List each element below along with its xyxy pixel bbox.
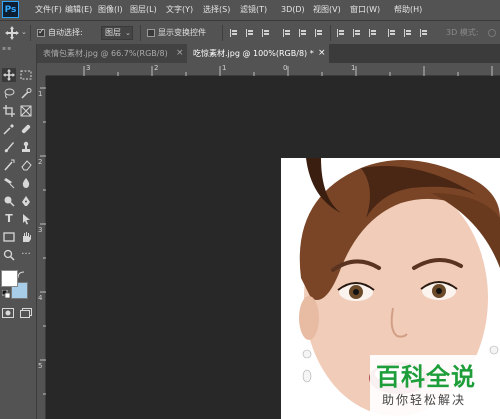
distribute-top-icon[interactable] xyxy=(337,28,346,38)
show-transform-checkbox[interactable] xyxy=(147,29,155,37)
crop-icon[interactable] xyxy=(2,104,16,118)
align-center-icon[interactable] xyxy=(246,28,255,38)
align-top-icon[interactable] xyxy=(283,28,292,38)
foreground-color-swatch[interactable] xyxy=(1,270,18,287)
tab-document-1[interactable]: 表情包素材.jpg @ 66.7%(RGB/8) × xyxy=(37,44,187,63)
3d-orbit-icon[interactable] xyxy=(488,29,496,37)
chevron-down-icon[interactable]: ⌄ xyxy=(21,28,27,36)
screen-mode-icon[interactable] xyxy=(20,308,32,318)
tab-document-2[interactable]: 吃惊素材.jpg @ 100%(RGB/8) * × xyxy=(187,44,329,63)
zoom-icon[interactable] xyxy=(2,248,16,262)
panel-grip[interactable]: ▪▪ xyxy=(2,46,35,52)
auto-select-value: 图层 xyxy=(105,28,121,37)
ruler-label: 0 xyxy=(283,64,288,72)
ruler-label: 1 xyxy=(222,64,227,72)
path-select-icon[interactable] xyxy=(19,212,33,226)
menu-filter[interactable]: 滤镜(T) xyxy=(240,0,267,20)
distribute-center-icon[interactable] xyxy=(404,28,413,38)
ruler-label: 2 xyxy=(154,64,159,72)
menu-image[interactable]: 图像(I) xyxy=(98,0,123,20)
type-icon[interactable]: T xyxy=(2,212,16,226)
hand-icon[interactable] xyxy=(19,230,33,244)
auto-select-dropdown[interactable]: 图层 ⌄ xyxy=(101,26,133,40)
dodge-icon[interactable] xyxy=(2,194,16,208)
3d-mode-label: 3D 模式: xyxy=(446,28,479,37)
align-left-icon[interactable] xyxy=(230,28,239,38)
brush-icon[interactable] xyxy=(2,140,16,154)
chevron-down-icon: ⌄ xyxy=(125,29,131,37)
tools-panel: ▪▪ T ··· xyxy=(0,44,37,419)
move-tool-preset-icon[interactable] xyxy=(5,26,19,40)
menu-window[interactable]: 窗口(W) xyxy=(350,0,380,20)
vertical-ruler[interactable]: 1 2 3 4 5 xyxy=(37,76,46,419)
blur-icon[interactable] xyxy=(19,176,33,190)
menu-edit[interactable]: 编辑(E) xyxy=(65,0,92,20)
eraser-icon[interactable] xyxy=(19,158,33,172)
distribute-middle-icon[interactable] xyxy=(353,28,362,38)
menu-3d[interactable]: 3D(D) xyxy=(281,0,305,20)
align-right-icon[interactable] xyxy=(262,28,271,38)
marquee-icon[interactable] xyxy=(19,68,33,82)
divider xyxy=(330,25,331,41)
lasso-icon[interactable] xyxy=(2,86,16,100)
options-bar: ⌄ 自动选择: 图层 ⌄ 显示变换控件 3D 模式: xyxy=(0,20,500,44)
menu-layer[interactable]: 图层(L) xyxy=(130,0,157,20)
menu-help[interactable]: 帮助(H) xyxy=(394,0,422,20)
align-bottom-icon[interactable] xyxy=(315,28,324,38)
ruler-label: 4 xyxy=(38,294,43,302)
watermark-logo: 百科全说 助你轻松解决 xyxy=(370,355,500,419)
document-tabs: 表情包素材.jpg @ 66.7%(RGB/8) × 吃惊素材.jpg @ 10… xyxy=(37,44,500,63)
pen-icon[interactable] xyxy=(19,194,33,208)
menu-bar: Ps 文件(F) 编辑(E) 图像(I) 图层(L) 文字(Y) 选择(S) 滤… xyxy=(0,0,500,20)
ruler-corner[interactable] xyxy=(37,63,46,76)
ruler-label: 2 xyxy=(38,158,43,166)
menu-type[interactable]: 文字(Y) xyxy=(166,0,193,20)
distribute-right-icon[interactable] xyxy=(420,28,429,38)
ruler-label: 3 xyxy=(86,64,91,72)
ruler-label: 1 xyxy=(38,90,43,98)
show-transform-label: 显示变换控件 xyxy=(158,28,206,37)
auto-select-label: 自动选择: xyxy=(48,28,83,37)
align-middle-icon[interactable] xyxy=(299,28,308,38)
ruler-label: 5 xyxy=(38,362,43,370)
menu-file[interactable]: 文件(F) xyxy=(35,0,62,20)
gradient-icon[interactable] xyxy=(2,176,16,190)
distribute-left-icon[interactable] xyxy=(388,28,397,38)
tab-label: 吃惊素材.jpg @ 100%(RGB/8) * xyxy=(193,49,314,58)
menu-select[interactable]: 选择(S) xyxy=(203,0,230,20)
quick-select-icon[interactable] xyxy=(19,86,33,100)
move-icon[interactable] xyxy=(2,68,16,82)
ruler-label: 1 xyxy=(351,64,356,72)
menu-view[interactable]: 视图(V) xyxy=(313,0,341,20)
healing-brush-icon[interactable] xyxy=(19,122,33,136)
divider xyxy=(222,25,223,41)
watermark-subtitle: 助你轻松解决 xyxy=(382,393,467,407)
distribute-bottom-icon[interactable] xyxy=(369,28,378,38)
horizontal-ruler[interactable]: 3 2 1 0 1 xyxy=(46,63,500,76)
rectangle-icon[interactable] xyxy=(2,230,16,244)
close-icon[interactable]: × xyxy=(176,44,184,63)
quick-mask-icon[interactable] xyxy=(2,308,14,318)
divider xyxy=(30,25,31,41)
more-icon[interactable]: ··· xyxy=(19,248,33,262)
frame-icon[interactable] xyxy=(19,104,33,118)
ruler-label: 3 xyxy=(38,226,43,234)
auto-select-checkbox[interactable] xyxy=(37,27,45,37)
divider xyxy=(140,25,141,41)
history-brush-icon[interactable] xyxy=(2,158,16,172)
close-icon[interactable]: × xyxy=(318,44,326,63)
watermark-title: 百科全说 xyxy=(376,363,476,391)
clone-stamp-icon[interactable] xyxy=(19,140,33,154)
photoshop-logo[interactable]: Ps xyxy=(2,1,19,18)
tab-label: 表情包素材.jpg @ 66.7%(RGB/8) xyxy=(43,49,168,58)
default-colors-icon[interactable] xyxy=(1,289,11,299)
eyedropper-icon[interactable] xyxy=(2,122,16,136)
